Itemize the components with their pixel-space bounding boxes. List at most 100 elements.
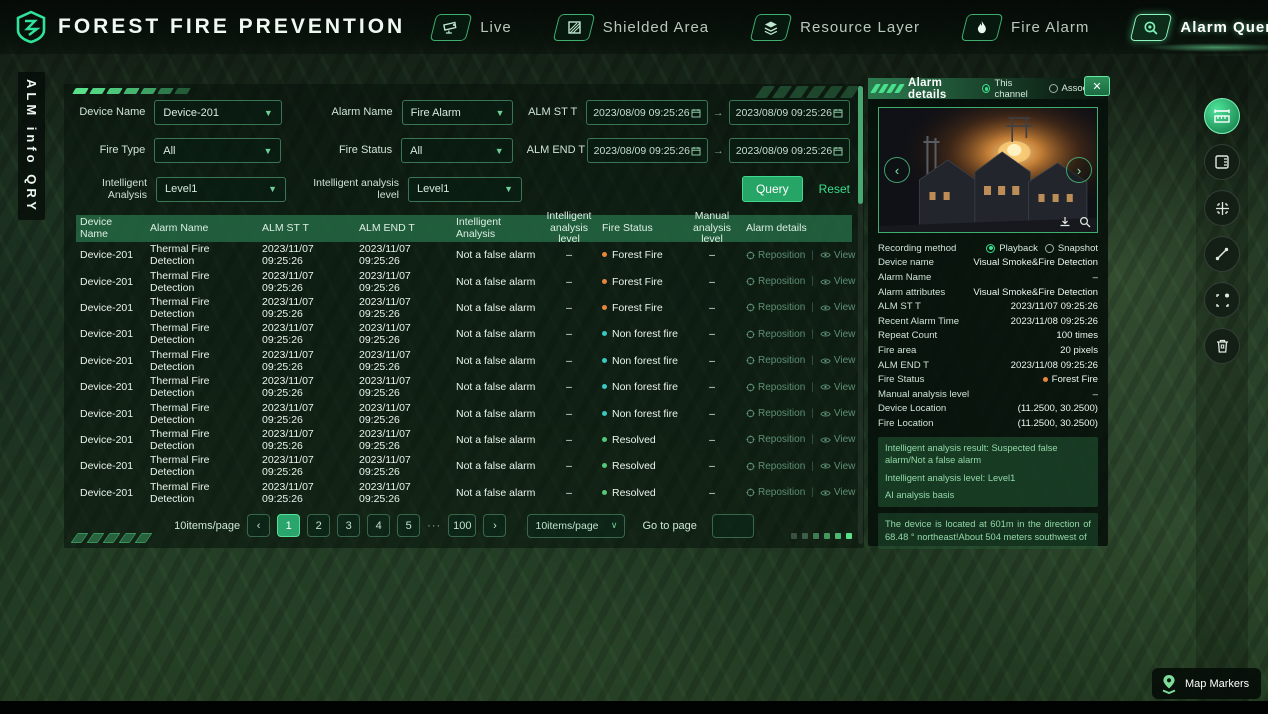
reposition-link[interactable]: Reposition bbox=[746, 461, 805, 472]
reposition-link[interactable]: Reposition bbox=[746, 434, 805, 445]
goto-page-input[interactable] bbox=[712, 514, 754, 538]
map-markers-label: Map Markers bbox=[1185, 678, 1249, 690]
link-separator: | bbox=[811, 408, 814, 419]
panel-scrollbar-thumb[interactable] bbox=[858, 86, 863, 204]
page-button-4[interactable]: 4 bbox=[367, 514, 390, 537]
device-name-select[interactable]: Device-201 ▼ bbox=[154, 100, 281, 125]
reposition-link[interactable]: Reposition bbox=[746, 355, 805, 366]
cell-device-name: Device-201 bbox=[76, 276, 146, 288]
panel-tool-button[interactable] bbox=[1204, 144, 1240, 180]
view-link[interactable]: View bbox=[820, 408, 856, 419]
status-text: Forest Fire bbox=[612, 276, 663, 288]
header-deco-slashes bbox=[873, 84, 902, 93]
alm-end-to-input[interactable]: 2023/08/09 09:25:26 bbox=[729, 138, 850, 163]
reposition-icon bbox=[746, 330, 755, 339]
view-link[interactable]: View bbox=[820, 250, 856, 261]
reposition-icon bbox=[746, 462, 755, 471]
nav-resource-layer-label: Resource Layer bbox=[800, 19, 920, 36]
fire-type-select[interactable]: All ▼ bbox=[154, 138, 281, 163]
intelligent-analysis-level-select[interactable]: Level1 ▼ bbox=[408, 177, 522, 202]
pagination: 10items/page ‹ 1 2 3 4 5 ··· 100 › 10ite… bbox=[64, 514, 864, 538]
page-button-2[interactable]: 2 bbox=[307, 514, 330, 537]
reset-button[interactable]: Reset bbox=[819, 182, 850, 196]
cell-fire-status: Resolved bbox=[598, 434, 682, 446]
reposition-link[interactable]: Reposition bbox=[746, 382, 805, 393]
table-row[interactable]: Device-201 Thermal Fire Detection 2023/1… bbox=[76, 348, 852, 374]
view-link[interactable]: View bbox=[820, 329, 856, 340]
nav-fire-alarm[interactable]: Fire Alarm bbox=[962, 10, 1091, 45]
view-link[interactable]: View bbox=[820, 382, 856, 393]
view-link[interactable]: View bbox=[820, 302, 856, 313]
table-row[interactable]: Device-201 Thermal Fire Detection 2023/1… bbox=[76, 427, 852, 453]
alarm-snapshot[interactable]: ‹ › bbox=[878, 107, 1098, 233]
download-icon[interactable] bbox=[1059, 216, 1071, 228]
nav-alarm-query-label: Alarm Query bbox=[1180, 19, 1268, 36]
table-row[interactable]: Device-201 Thermal Fire Detection 2023/1… bbox=[76, 400, 852, 426]
zoom-icon[interactable] bbox=[1079, 216, 1091, 228]
status-dot bbox=[602, 384, 607, 389]
table-row[interactable]: Device-201 Thermal Fire Detection 2023/1… bbox=[76, 295, 852, 321]
panel-scrollbar[interactable] bbox=[858, 86, 863, 544]
cell-alm-end-t: 2023/11/07 09:25:26 bbox=[355, 322, 452, 346]
view-link[interactable]: View bbox=[820, 461, 856, 472]
alm-end-from-input[interactable]: 2023/08/09 09:25:26 bbox=[587, 138, 708, 163]
view-link[interactable]: View bbox=[820, 276, 856, 287]
page-button-last[interactable]: 100 bbox=[448, 514, 476, 537]
search-icon bbox=[1130, 14, 1173, 41]
map-markers-button[interactable]: Map Markers bbox=[1152, 668, 1261, 699]
radio-playback[interactable]: Playback bbox=[986, 243, 1038, 254]
radio-snapshot[interactable]: Snapshot bbox=[1045, 243, 1098, 254]
prev-image-button[interactable]: ‹ bbox=[884, 157, 910, 183]
measure-ruler-button[interactable] bbox=[1204, 98, 1240, 134]
table-row[interactable]: Device-201 Thermal Fire Detection 2023/1… bbox=[76, 480, 852, 506]
detail-field-label: Fire Location bbox=[878, 418, 933, 429]
intelligent-analysis-select[interactable]: Level1 ▼ bbox=[156, 177, 286, 202]
page-button-3[interactable]: 3 bbox=[337, 514, 360, 537]
nav-resource-layer[interactable]: Resource Layer bbox=[751, 10, 922, 45]
alarm-details-title: Alarm details bbox=[908, 77, 975, 101]
table-row[interactable]: Device-201 Thermal Fire Detection 2023/1… bbox=[76, 453, 852, 479]
page-button-1[interactable]: 1 bbox=[277, 514, 300, 537]
alm-st-to-input[interactable]: 2023/08/09 09:25:26 bbox=[729, 100, 850, 125]
table-row[interactable]: Device-201 Thermal Fire Detection 2023/1… bbox=[76, 268, 852, 294]
cell-device-name: Device-201 bbox=[76, 408, 146, 420]
reposition-link[interactable]: Reposition bbox=[746, 329, 805, 340]
page-size-select[interactable]: 10items/page ∨ bbox=[527, 514, 625, 538]
reposition-link[interactable]: Reposition bbox=[746, 276, 805, 287]
table-row[interactable]: Device-201 Thermal Fire Detection 2023/1… bbox=[76, 321, 852, 347]
next-image-button[interactable]: › bbox=[1066, 157, 1092, 183]
table-row[interactable]: Device-201 Thermal Fire Detection 2023/1… bbox=[76, 242, 852, 268]
cell-intelligent-analysis-level: – bbox=[540, 434, 598, 446]
nav-alarm-query[interactable]: Alarm Query bbox=[1131, 10, 1268, 45]
fire-status-select[interactable]: All ▼ bbox=[401, 138, 513, 163]
query-button[interactable]: Query bbox=[742, 176, 803, 202]
nav-shielded-area[interactable]: Shielded Area bbox=[554, 10, 711, 45]
view-link[interactable]: View bbox=[820, 355, 856, 366]
prev-page-button[interactable]: ‹ bbox=[247, 514, 270, 537]
view-link[interactable]: View bbox=[820, 487, 856, 498]
table-body: Device-201 Thermal Fire Detection 2023/1… bbox=[76, 242, 852, 506]
reposition-link[interactable]: Reposition bbox=[746, 250, 805, 261]
line-measure-button[interactable] bbox=[1204, 236, 1240, 272]
reposition-link[interactable]: Reposition bbox=[746, 408, 805, 419]
locate-tool-button[interactable] bbox=[1204, 190, 1240, 226]
detail-field-value-text: (11.2500, 30.2500) bbox=[1018, 418, 1098, 429]
cell-alarm-name: Thermal Fire Detection bbox=[146, 349, 258, 373]
radio-this-channel[interactable]: This channel bbox=[982, 78, 1041, 100]
detail-field-value: 2023/11/08 09:25:26 bbox=[1011, 360, 1098, 371]
close-button[interactable]: ✕ bbox=[1084, 76, 1110, 96]
alm-st-from-input[interactable]: 2023/08/09 09:25:26 bbox=[586, 100, 707, 125]
area-select-button[interactable] bbox=[1204, 282, 1240, 318]
page-button-5[interactable]: 5 bbox=[397, 514, 420, 537]
reposition-link[interactable]: Reposition bbox=[746, 302, 805, 313]
view-link[interactable]: View bbox=[820, 434, 856, 445]
table-row[interactable]: Device-201 Thermal Fire Detection 2023/1… bbox=[76, 374, 852, 400]
nav-live[interactable]: Live bbox=[431, 10, 514, 45]
delete-tool-button[interactable] bbox=[1204, 328, 1240, 364]
tab-alarm-info-query[interactable]: ALM info QRY bbox=[18, 72, 45, 220]
alarm-name-select[interactable]: Fire Alarm ▼ bbox=[402, 100, 514, 125]
alm-end-t-label: ALM END T bbox=[527, 144, 587, 157]
cell-intelligent-analysis-level: – bbox=[540, 328, 598, 340]
next-page-button[interactable]: › bbox=[483, 514, 506, 537]
reposition-link[interactable]: Reposition bbox=[746, 487, 805, 498]
